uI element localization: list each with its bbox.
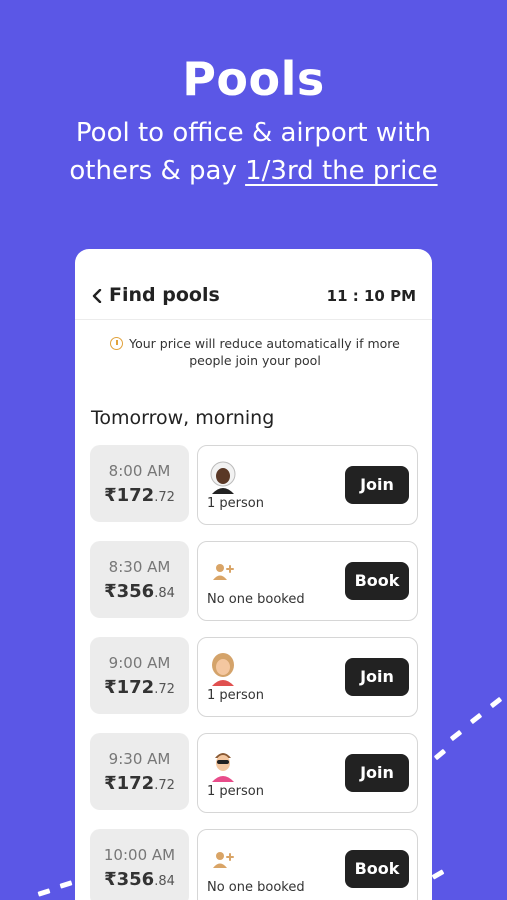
slot-time: 9:30 AM [108,750,171,768]
book-button[interactable]: Book [345,562,409,600]
slot-status: No one booked [207,592,305,607]
slot-time-price: 8:00 AM ₹172.72 [90,445,189,522]
slot-booking-card: No one booked Book [197,541,418,621]
list-item: 10:00 AM ₹356.84 No one booked Book [90,829,420,900]
slot-price: ₹356.84 [90,869,189,890]
slot-time-price: 10:00 AM ₹356.84 [90,829,189,900]
slot-price-main: ₹356 [104,581,155,602]
slot-time-price: 9:30 AM ₹172.72 [90,733,189,810]
slot-booking-card: 1 person Join [197,637,418,717]
app-header: Find pools 11 : 10 PM [75,249,432,320]
slot-booking-card: No one booked Book [197,829,418,900]
slot-time-price: 9:00 AM ₹172.72 [90,637,189,714]
list-item: 8:00 AM ₹172.72 1 person Join [90,445,420,525]
warning-icon [110,337,124,350]
slot-price-decimal: .72 [154,490,175,505]
hero-subtitle-line2: others & pay 1/3rd the price [0,152,507,190]
list-item: 9:00 AM ₹172.72 1 person Join [90,637,420,717]
slot-status: 1 person [207,496,264,511]
section-title: Tomorrow, morning [91,407,275,429]
slot-price: ₹172.72 [90,485,189,506]
woman-dark-avatar-icon [208,460,238,494]
add-user-icon [212,562,236,582]
hero-title: Pools [182,52,325,106]
slot-status: 1 person [207,688,264,703]
phone-screen: Find pools 11 : 10 PM Your price will re… [75,249,432,900]
list-item: 8:30 AM ₹356.84 No one booked Book [90,541,420,621]
slot-price-main: ₹172 [104,485,155,506]
slot-time-price: 8:30 AM ₹356.84 [90,541,189,618]
price-notice: Your price will reduce automatically if … [105,335,405,369]
book-button[interactable]: Book [345,850,409,888]
slot-status: No one booked [207,880,305,895]
slot-price-main: ₹172 [104,677,155,698]
price-notice-text: Your price will reduce automatically if … [129,336,400,368]
slot-time: 8:00 AM [108,462,171,480]
slot-price-main: ₹172 [104,773,155,794]
slot-price: ₹172.72 [90,677,189,698]
slot-time: 10:00 AM [103,846,176,864]
slot-price-decimal: .72 [154,778,175,793]
woman-blonde-avatar-icon [208,652,238,686]
slot-price-decimal: .72 [154,682,175,697]
slot-price: ₹172.72 [90,773,189,794]
page-title: Find pools [109,284,220,306]
slot-booking-card: 1 person Join [197,733,418,813]
slot-price-decimal: .84 [154,874,175,889]
back-chevron-icon[interactable] [91,289,103,303]
join-button[interactable]: Join [345,466,409,504]
slot-time: 8:30 AM [108,558,171,576]
add-user-icon [212,850,236,870]
hero-subtitle-line1: Pool to office & airport with [75,118,432,148]
hero-subtitle: Pool to office & airport with others & p… [0,114,507,190]
slot-status: 1 person [207,784,264,799]
join-button[interactable]: Join [345,754,409,792]
slot-price-main: ₹356 [104,869,155,890]
slot-booking-card: 1 person Join [197,445,418,525]
man-sunglasses-avatar-icon [208,748,238,782]
slot-price-decimal: .84 [154,586,175,601]
slot-time: 9:00 AM [108,654,171,672]
join-button[interactable]: Join [345,658,409,696]
hero-subtitle-prefix: others & pay [69,156,246,186]
header-time: 11 : 10 PM [326,287,416,305]
slot-price: ₹356.84 [90,581,189,602]
hero-subtitle-link: 1/3rd the price [245,156,438,186]
list-item: 9:30 AM ₹172.72 1 person Join [90,733,420,813]
